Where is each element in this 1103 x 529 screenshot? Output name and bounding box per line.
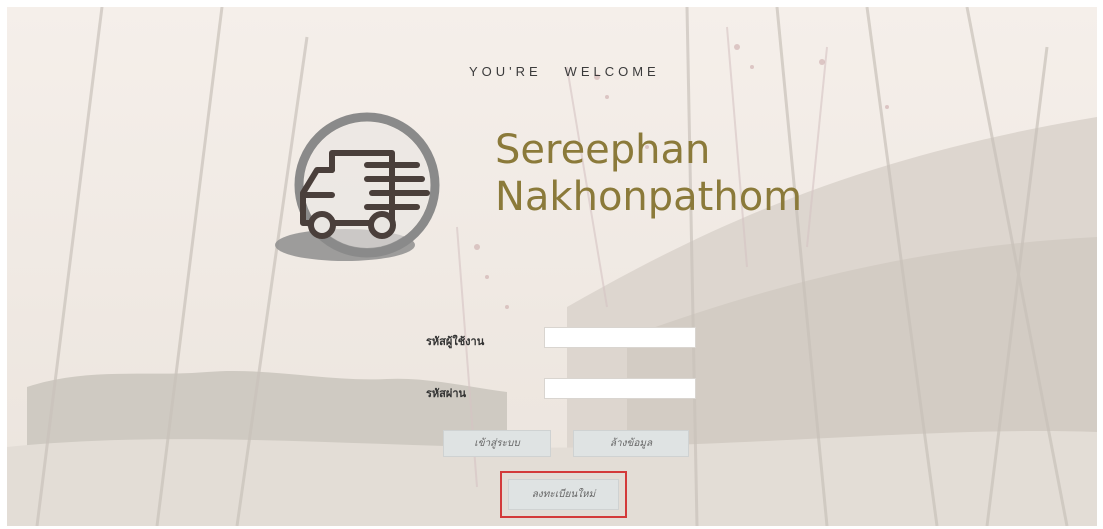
login-button[interactable]: เข้าสู่ระบบ xyxy=(443,430,551,457)
password-label: รหัสผ่าน xyxy=(426,387,467,400)
brand-name-line1: Sereephan xyxy=(495,127,711,173)
register-button[interactable]: ลงทะเบียนใหม่ xyxy=(508,479,619,510)
background-scenery xyxy=(7,7,1097,526)
username-input[interactable] xyxy=(544,327,696,348)
login-page: YOU'RE WELCOME Sereephan Nakhonpathom รห… xyxy=(7,7,1097,526)
clear-button-label: ล้างข้อมูล xyxy=(609,438,653,449)
login-button-label: เข้าสู่ระบบ xyxy=(474,438,520,449)
clear-button[interactable]: ล้างข้อมูล xyxy=(573,430,689,457)
username-label: รหัสผู้ใช้งาน xyxy=(426,335,485,348)
register-button-label: ลงทะเบียนใหม่ xyxy=(531,489,596,500)
welcome-heading: YOU'RE WELCOME xyxy=(469,64,660,79)
brand-name-line2: Nakhonpathom xyxy=(495,174,803,220)
brand-name: Sereephan Nakhonpathom xyxy=(495,127,802,221)
delivery-truck-icon xyxy=(275,112,440,261)
password-input[interactable] xyxy=(544,378,696,399)
